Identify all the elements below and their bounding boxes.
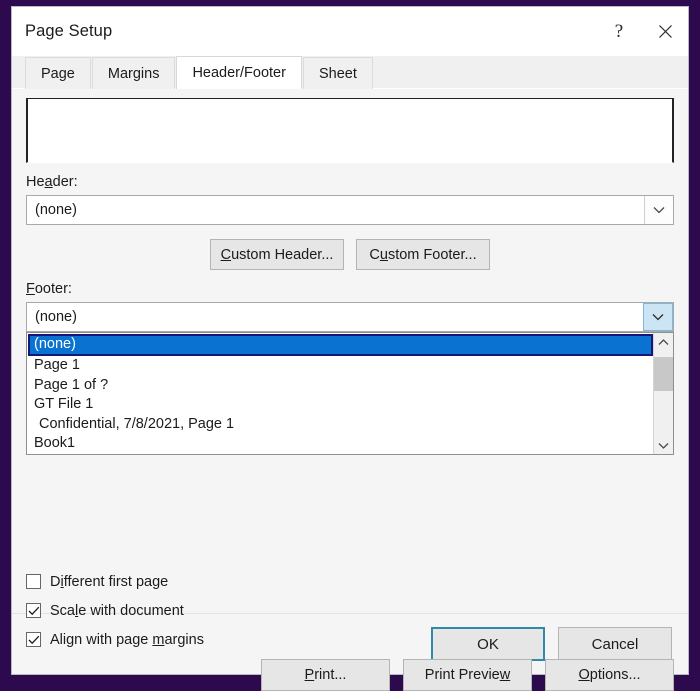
desktop-backdrop: Page Setup ? Page Margins Header/Footer … <box>0 0 700 691</box>
question-mark-icon: ? <box>614 21 624 42</box>
tab-label: Header/Footer <box>192 65 286 81</box>
page-title: Page Setup <box>25 22 113 40</box>
scrollbar-thumb[interactable] <box>654 357 673 391</box>
scrollbar-track[interactable] <box>654 351 673 436</box>
accelerator-char: w <box>499 667 511 683</box>
ok-button[interactable]: OK <box>431 627 545 661</box>
close-icon <box>658 24 673 39</box>
title-bar: Page Setup ? <box>12 7 688 56</box>
scroll-up-button[interactable] <box>654 333 673 351</box>
accelerator-char: m <box>152 631 165 648</box>
options-button[interactable]: Options... <box>545 659 674 691</box>
list-item[interactable]: Page 1 <box>28 356 653 376</box>
accelerator-char: C <box>220 246 232 263</box>
action-buttons-row: Print... Print Previe w Options... <box>261 659 674 691</box>
dropdown-scrollbar[interactable] <box>653 333 673 454</box>
list-item[interactable]: GT File 1 <box>28 395 653 415</box>
list-item[interactable]: (none) <box>28 334 653 356</box>
footer-dropdown-button[interactable] <box>643 303 673 331</box>
list-item[interactable]: Confidential, 7/8/2021, Page 1 <box>28 415 653 435</box>
footer-combobox-value: (none) <box>35 309 77 325</box>
tab-margins[interactable]: Margins <box>91 57 176 89</box>
tab-label: Sheet <box>318 65 357 82</box>
cancel-button[interactable]: Cancel <box>558 627 672 661</box>
header-footer-preview <box>26 98 674 163</box>
title-bar-buttons: ? <box>596 7 688 56</box>
tab-header-footer[interactable]: Header/Footer <box>176 56 302 89</box>
help-button[interactable]: ? <box>596 7 642 56</box>
checkmark-icon <box>28 635 40 645</box>
header-label: Header: <box>26 174 78 190</box>
tab-label: Margins <box>107 65 160 82</box>
accelerator-char: u <box>379 246 388 263</box>
tab-strip: Page Margins Header/Footer Sheet <box>12 56 688 89</box>
dialog-body: Header: (none) Custom Header... Cu stom F… <box>12 89 688 691</box>
header-dropdown-button[interactable] <box>644 196 673 224</box>
checkbox-different-first-page[interactable]: Different first page <box>26 567 204 596</box>
print-button[interactable]: Print... <box>261 659 390 691</box>
page-setup-dialog: Page Setup ? Page Margins Header/Footer … <box>11 6 689 691</box>
checkbox-box[interactable] <box>26 574 41 589</box>
close-button[interactable] <box>642 7 688 56</box>
custom-header-button[interactable]: Custom Header... <box>210 239 344 270</box>
dropdown-items: (none) Page 1 Page 1 of ? GT File 1 Conf… <box>27 333 653 454</box>
checkbox-label: Align with page margins <box>50 631 204 648</box>
chevron-up-icon <box>658 333 669 351</box>
header-combobox[interactable]: (none) <box>26 195 674 225</box>
tab-page[interactable]: Page <box>25 57 91 89</box>
checkbox-box[interactable] <box>26 603 41 618</box>
accelerator-char: F <box>26 281 35 297</box>
footer-combobox[interactable]: (none) <box>26 302 674 332</box>
custom-footer-button[interactable]: Cu stom Footer... <box>356 239 490 270</box>
list-item[interactable]: Page 1 of ? <box>28 376 653 396</box>
chevron-down-icon <box>653 201 665 219</box>
tab-label: Page <box>41 65 75 82</box>
header-combobox-value: (none) <box>35 202 77 218</box>
footer-dropdown-list[interactable]: (none) Page 1 Page 1 of ? GT File 1 Conf… <box>26 332 674 455</box>
chevron-down-icon <box>658 436 669 454</box>
checkbox-label: Scale with document <box>50 602 184 619</box>
chevron-down-icon <box>652 308 664 326</box>
checkmark-icon <box>28 606 40 616</box>
checkbox-label: Different first page <box>50 573 169 590</box>
scroll-down-button[interactable] <box>654 436 673 454</box>
checkbox-align-with-page-margins[interactable]: Align with page margins <box>26 625 204 654</box>
checkbox-box[interactable] <box>26 632 41 647</box>
accelerator-char: a <box>44 174 53 190</box>
print-preview-button[interactable]: Print Previe w <box>403 659 532 691</box>
footer-label: Footer: <box>26 281 72 297</box>
checkbox-scale-with-document[interactable]: Scale with document <box>26 596 204 625</box>
tab-sheet[interactable]: Sheet <box>302 57 373 89</box>
list-item[interactable]: Book1 <box>28 434 653 454</box>
accelerator-char: P <box>304 667 315 683</box>
options-checkbox-group: Different first page Scale with document <box>26 567 204 654</box>
accelerator-char: O <box>578 667 590 683</box>
custom-buttons-row: Custom Header... Cu stom Footer... <box>26 239 674 270</box>
